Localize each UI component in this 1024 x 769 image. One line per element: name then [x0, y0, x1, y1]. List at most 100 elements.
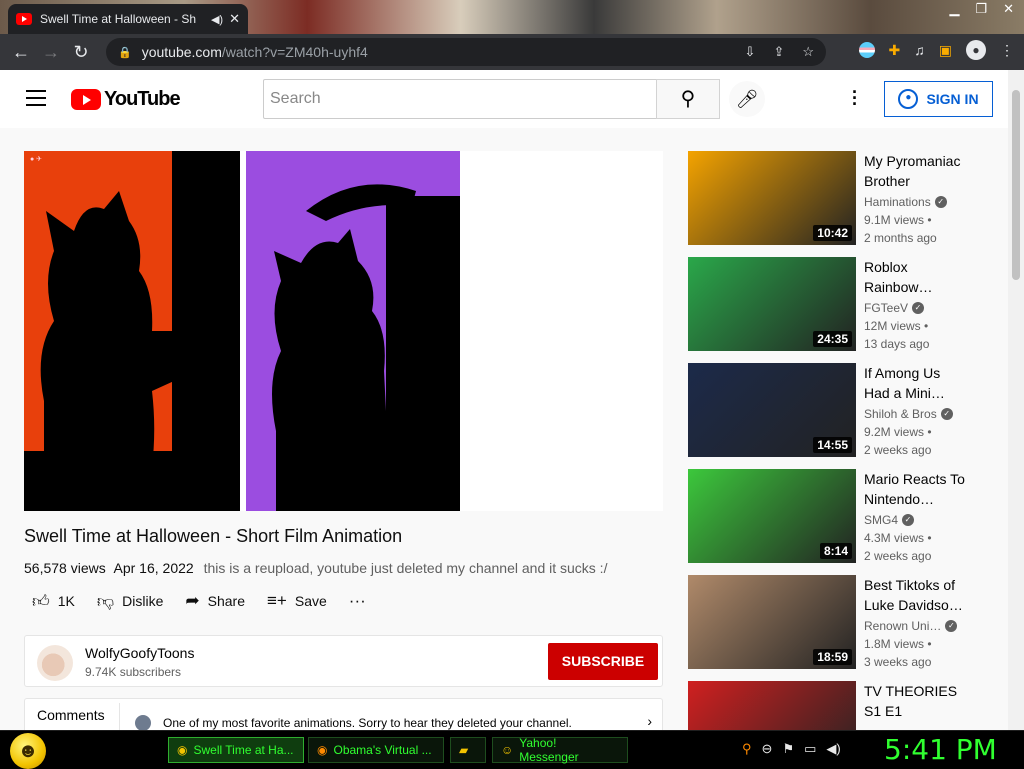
share-label: Share — [207, 593, 245, 609]
recommended-video[interactable]: 8:14 Mario Reacts To Nintendo… SMG4 ✓ 4.3M v… — [688, 469, 998, 565]
restore-icon[interactable]: ❐ — [975, 1, 987, 17]
recommended-age: 2 months ago — [864, 231, 937, 245]
share-page-icon[interactable]: ⇪ — [773, 44, 784, 60]
save-button[interactable]: ≡+ Save — [267, 589, 327, 613]
taskbar-item-yahoo[interactable]: ☺ Yahoo! Messenger — [492, 736, 628, 764]
video-thumbnail[interactable]: 24:35 — [688, 257, 856, 351]
dislike-button[interactable]: 👎︎ Dislike — [97, 589, 164, 613]
recommended-channel[interactable]: Shiloh & Bros ✓ — [864, 407, 953, 421]
recommended-channel[interactable]: Haminations ✓ — [864, 195, 947, 209]
recommended-views: 12M views • — [864, 319, 929, 333]
recommended-video[interactable]: 14:55 If Among Us Had a Mini… Shiloh & Bro… — [688, 363, 998, 459]
flag-tray-icon[interactable]: ⚑ — [782, 741, 794, 757]
comments-teaser[interactable]: Comments One of my most favorite animati… — [24, 698, 663, 730]
taskbar-item-chrome[interactable]: ◉ Swell Time at Ha... — [168, 737, 304, 763]
youtube-logo[interactable]: YouTube — [71, 88, 181, 111]
channel-row: WolfyGoofyToons 9.74K subscribers SUBSCR… — [24, 635, 663, 687]
recommended-video[interactable]: 18:59 Best Tiktoks of Luke Davidso… Renown… — [688, 575, 998, 671]
taskbar-item-firefox[interactable]: ◉ Obama's Virtual ... — [308, 737, 444, 763]
close-window-icon[interactable]: ✕ — [1003, 1, 1014, 17]
recommended-channel[interactable]: Renown Uni… ✓ — [864, 619, 958, 633]
browser-tab[interactable]: Swell Time at Halloween - Sh ◀) ✕ — [8, 4, 248, 34]
reload-icon[interactable]: ↻ — [66, 42, 96, 63]
share-button[interactable]: ➦ Share — [185, 589, 245, 613]
sign-in-button[interactable]: ● SIGN IN — [884, 81, 993, 117]
more-actions-icon[interactable]: ··· — [349, 589, 366, 613]
recommended-views: 4.3M views • — [864, 531, 932, 545]
description-snippet[interactable]: this is a reupload, youtube just deleted… — [204, 560, 608, 576]
side-panel-icon[interactable]: ▣ — [939, 42, 952, 59]
youtube-logo-icon — [71, 89, 101, 110]
video-thumbnail[interactable]: 10:42 — [688, 151, 856, 245]
duration-badge: 14:55 — [813, 437, 852, 453]
browser-menu-icon[interactable]: ⋮ — [1000, 42, 1014, 59]
address-bar[interactable]: 🔒 youtube.com/watch?v=ZM40h-uyhf4 ⇩ ⇪ ☆ — [106, 38, 826, 66]
search-tray-icon[interactable]: ⚲ — [742, 741, 752, 757]
search-input[interactable]: Search — [263, 79, 657, 119]
silhouette-left — [24, 151, 240, 511]
account-icon: ● — [898, 89, 919, 109]
recommended-title[interactable]: TV THEORIES S1 E1 — [864, 681, 968, 721]
start-orb-icon[interactable]: ☻ — [10, 733, 46, 769]
like-count: 1K — [57, 593, 75, 609]
recommended-video[interactable]: 24:35 Roblox Rainbow… FGTeeV ✓ 12M views • 13… — [688, 257, 998, 353]
taskbar-item-folder[interactable]: ▰ — [450, 737, 486, 763]
video-thumbnail[interactable]: 8:14 — [688, 469, 856, 563]
profile-avatar-icon[interactable]: ● — [966, 40, 986, 60]
install-icon[interactable]: ⇩ — [745, 44, 756, 60]
recommended-video[interactable]: TV THEORIES S1 E1 — [688, 681, 998, 730]
recommended-video[interactable]: 10:42 My Pyromaniac Brother Haminations ✓ 9.… — [688, 151, 998, 247]
like-button[interactable]: 👍︎ 1K — [32, 589, 75, 613]
channel-label: SMG4 — [864, 513, 899, 527]
firefox-icon: ◉ — [317, 743, 328, 757]
channel-avatar[interactable] — [37, 645, 73, 681]
recommended-title[interactable]: My Pyromaniac Brother — [864, 151, 968, 191]
video-frame-left: ● ✈ — [24, 151, 240, 511]
video-player[interactable]: ● ✈ — [24, 151, 663, 511]
recommended-title[interactable]: Best Tiktoks of Luke Davidso… — [864, 575, 968, 615]
taskbar-clock[interactable]: 5:41 PM — [884, 733, 997, 766]
minimize-icon[interactable]: ▁ — [949, 1, 959, 17]
forward-icon[interactable]: → — [36, 42, 66, 63]
back-icon[interactable]: ← — [6, 42, 36, 63]
duration-badge: 18:59 — [813, 649, 852, 665]
video-thumbnail[interactable] — [688, 681, 856, 730]
recommended-title[interactable]: Mario Reacts To Nintendo… — [864, 469, 968, 509]
video-thumbnail[interactable]: 18:59 — [688, 575, 856, 669]
search-button[interactable]: ⚲ — [656, 79, 720, 119]
media-queue-icon[interactable]: ♫ — [914, 42, 925, 58]
duration-badge: 8:14 — [819, 543, 852, 559]
circle-tray-icon[interactable]: ⊖ — [762, 741, 773, 757]
verified-check-icon: ✓ — [945, 620, 958, 632]
bookmark-star-icon[interactable]: ☆ — [802, 44, 814, 60]
extension-flag-icon[interactable] — [858, 42, 875, 58]
subscribe-button[interactable]: SUBSCRIBE — [548, 643, 658, 680]
verified-check-icon: ✓ — [934, 196, 947, 208]
settings-menu-icon[interactable]: · · · — [850, 83, 860, 113]
lock-icon[interactable]: 🔒 — [118, 46, 132, 59]
search-icon: ⚲ — [680, 88, 696, 110]
chrome-icon: ◉ — [177, 743, 188, 757]
video-thumbnail[interactable]: 14:55 — [688, 363, 856, 457]
playlist-add-icon: ≡+ — [267, 591, 287, 610]
recommended-age: 3 weeks ago — [864, 655, 932, 669]
page-scrollbar[interactable] — [1008, 70, 1024, 730]
recommended-channel[interactable]: SMG4 ✓ — [864, 513, 915, 527]
save-label: Save — [294, 593, 327, 609]
close-tab-icon[interactable]: ✕ — [229, 11, 240, 27]
recommended-title[interactable]: If Among Us Had a Mini… — [864, 363, 968, 403]
recommended-channel[interactable]: FGTeeV ✓ — [864, 301, 925, 315]
recommended-title[interactable]: Roblox Rainbow… — [864, 257, 968, 297]
channel-name[interactable]: WolfyGoofyToons — [85, 645, 194, 661]
volume-tray-icon[interactable]: ◀) — [826, 741, 840, 757]
voice-search-button[interactable]: 🎤︎ — [729, 81, 765, 117]
channel-label: Renown Uni… — [864, 619, 942, 633]
address-host: youtube.com — [141, 44, 222, 60]
guide-menu-icon[interactable] — [26, 90, 46, 106]
speaker-icon[interactable]: ◀) — [211, 13, 223, 26]
extensions-puzzle-icon[interactable]: ✚ — [889, 42, 901, 59]
folder-icon: ▰ — [459, 743, 469, 757]
browser-toolbar: ← → ↻ 🔒 youtube.com/watch?v=ZM40h-uyhf4 … — [0, 34, 1024, 70]
network-tray-icon[interactable]: ▭ — [804, 741, 816, 757]
scrollbar-thumb[interactable] — [1012, 90, 1020, 280]
